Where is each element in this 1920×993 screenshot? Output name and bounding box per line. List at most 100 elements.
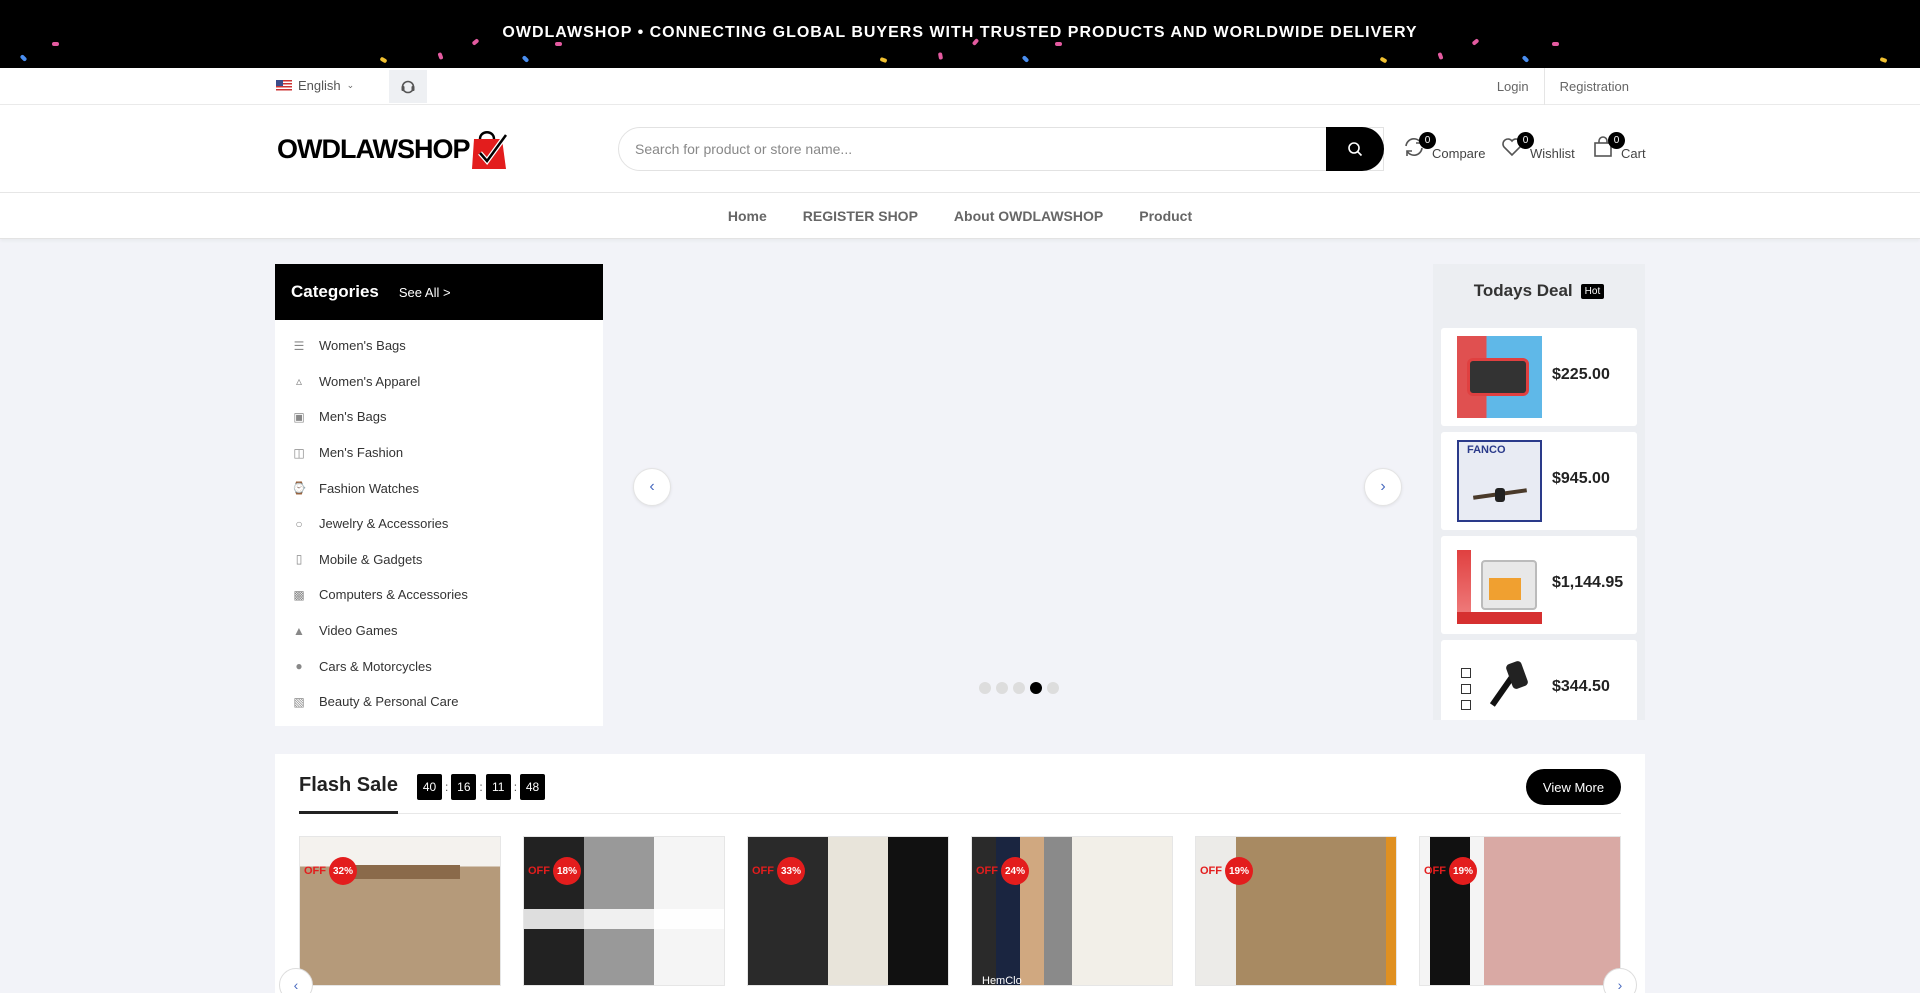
flash-next-button[interactable]: › bbox=[1603, 968, 1637, 993]
category-item[interactable]: ▧ Beauty & Personal Care bbox=[275, 684, 603, 720]
motorcycle-icon: ● bbox=[295, 659, 303, 674]
confetti-decoration bbox=[379, 56, 388, 64]
category-item[interactable]: ◫ Men's Fashion bbox=[275, 435, 603, 471]
hero-slider: ‹ › bbox=[627, 264, 1407, 726]
category-item[interactable]: ○ Jewelry & Accessories bbox=[275, 506, 603, 542]
discount-percent: 24% bbox=[1001, 857, 1029, 885]
nav-item-about[interactable]: About OWDLAWSHOP bbox=[936, 208, 1121, 224]
flash-sale-section: Flash Sale 40 : 16 : 11 : 48 View More O… bbox=[275, 754, 1645, 993]
product-image bbox=[1457, 648, 1542, 720]
chevron-left-icon: ‹ bbox=[293, 977, 299, 993]
category-label: Women's Bags bbox=[319, 338, 406, 354]
off-label: OFF bbox=[1424, 865, 1446, 877]
todays-deal-panel: Todays Deal Hot $225.00 FANCO $945.00 $1… bbox=[1433, 264, 1645, 720]
categories-panel: Categories See All > ☰ Women's Bags ▵ Wome… bbox=[275, 264, 603, 726]
slider-dot[interactable] bbox=[979, 682, 991, 694]
search-button[interactable] bbox=[1326, 127, 1384, 171]
product-card[interactable]: OFF 19% bbox=[1195, 836, 1397, 986]
slider-dots bbox=[979, 682, 1059, 694]
compare-button[interactable]: 0 Compare bbox=[1402, 132, 1486, 161]
category-label: Computers & Accessories bbox=[319, 587, 468, 603]
category-item[interactable]: ▩ Computers & Accessories bbox=[275, 577, 603, 613]
deal-item[interactable]: FANCO $945.00 bbox=[1441, 432, 1637, 530]
category-label: Women's Apparel bbox=[319, 373, 421, 389]
nav-item-home[interactable]: Home bbox=[710, 208, 785, 224]
category-item[interactable]: ▣ Men's Bags bbox=[275, 399, 603, 435]
shopping-bag-icon: 0 bbox=[1591, 132, 1625, 161]
nav-item-register-shop[interactable]: REGISTER SHOP bbox=[785, 208, 936, 224]
see-all-link[interactable]: See All > bbox=[399, 285, 451, 300]
deal-item[interactable]: $1,144.95 bbox=[1441, 536, 1637, 634]
discount-percent: 18% bbox=[553, 857, 581, 885]
countdown-timer: 40 : 16 : 11 : 48 bbox=[417, 774, 546, 800]
support-icon[interactable] bbox=[389, 70, 427, 103]
category-item[interactable]: ☰ Women's Bags bbox=[275, 328, 603, 364]
wishlist-label: Wishlist bbox=[1530, 146, 1575, 161]
login-link[interactable]: Login bbox=[1482, 68, 1544, 105]
view-more-button[interactable]: View More bbox=[1526, 769, 1621, 805]
confetti-decoration bbox=[1055, 42, 1062, 46]
todays-deal-title: Todays Deal bbox=[1473, 281, 1573, 300]
off-label: OFF bbox=[304, 865, 326, 877]
chevron-down-icon: ⌄ bbox=[346, 80, 355, 90]
deal-item[interactable]: $344.50 bbox=[1441, 640, 1637, 720]
category-label: Beauty & Personal Care bbox=[319, 694, 459, 710]
language-selector[interactable]: English ⌄ bbox=[276, 78, 354, 93]
product-card[interactable]: OFF 19% bbox=[1419, 836, 1621, 986]
confetti-decoration bbox=[1379, 56, 1388, 64]
search-input[interactable] bbox=[635, 128, 1335, 170]
categories-list: ☰ Women's Bags ▵ Women's Apparel ▣ Men's Ba… bbox=[275, 320, 603, 720]
slider-next-button[interactable]: › bbox=[1364, 468, 1402, 506]
product-card[interactable]: OFF 32% bbox=[299, 836, 501, 986]
discount-percent: 33% bbox=[777, 857, 805, 885]
category-label: Mobile & Gadgets bbox=[319, 551, 423, 567]
nav-item-product[interactable]: Product bbox=[1121, 208, 1210, 224]
site-logo[interactable]: OWDLAWSHOP bbox=[277, 127, 510, 171]
slider-dot[interactable] bbox=[1047, 682, 1059, 694]
divider bbox=[299, 813, 1621, 814]
category-label: Men's Bags bbox=[319, 409, 387, 425]
shopping-bag-logo-icon bbox=[468, 127, 510, 171]
slider-dot-active[interactable] bbox=[1030, 682, 1042, 694]
discount-percent: 19% bbox=[1225, 857, 1253, 885]
dress-icon: ▵ bbox=[295, 374, 303, 389]
category-label: Video Games bbox=[319, 623, 398, 639]
confetti-decoration bbox=[1021, 55, 1030, 63]
product-card[interactable]: OFF 24% HemClo bbox=[971, 836, 1173, 986]
discount-badge: OFF 32% bbox=[304, 857, 357, 885]
slider-prev-button[interactable]: ‹ bbox=[633, 468, 671, 506]
chevron-right-icon: › bbox=[1617, 977, 1623, 993]
product-image: FANCO bbox=[1457, 440, 1542, 522]
category-item[interactable]: ⌚ Fashion Watches bbox=[275, 470, 603, 506]
auth-links: Login Registration bbox=[1482, 68, 1644, 105]
main-nav: Home REGISTER SHOP About OWDLAWSHOP Prod… bbox=[0, 193, 1920, 239]
discount-badge: OFF 19% bbox=[1424, 857, 1477, 885]
slider-dot[interactable] bbox=[996, 682, 1008, 694]
handbag-icon: ☰ bbox=[293, 338, 305, 353]
wishlist-button[interactable]: 0 Wishlist bbox=[1500, 132, 1575, 161]
confetti-decoration bbox=[1879, 56, 1888, 64]
category-item[interactable]: ▲ Video Games bbox=[275, 613, 603, 649]
discount-badge: OFF 19% bbox=[1200, 857, 1253, 885]
categories-title: Categories bbox=[291, 282, 379, 301]
off-label: OFF bbox=[976, 865, 998, 877]
confetti-decoration bbox=[521, 55, 530, 63]
registration-link[interactable]: Registration bbox=[1543, 68, 1644, 105]
cart-count-badge: 0 bbox=[1608, 132, 1625, 149]
product-watermark: HemClo bbox=[982, 975, 1022, 986]
category-item[interactable]: ● Cars & Motorcycles bbox=[275, 648, 603, 684]
confetti-decoration bbox=[19, 54, 28, 62]
category-item[interactable]: ▵ Women's Apparel bbox=[275, 364, 603, 400]
compare-label: Compare bbox=[1432, 146, 1486, 161]
slider-dot[interactable] bbox=[1013, 682, 1025, 694]
category-item[interactable]: ▯ Mobile & Gadgets bbox=[275, 542, 603, 578]
product-card[interactable]: OFF 18% bbox=[523, 836, 725, 986]
wishlist-count-badge: 0 bbox=[1517, 132, 1534, 149]
off-label: OFF bbox=[1200, 865, 1222, 877]
deal-item[interactable]: $225.00 bbox=[1441, 328, 1637, 426]
off-label: OFF bbox=[528, 865, 550, 877]
product-card[interactable]: OFF 33% bbox=[747, 836, 949, 986]
cart-button[interactable]: 0 Cart bbox=[1591, 132, 1646, 161]
flash-sale-title: Flash Sale bbox=[299, 774, 398, 814]
search-bar bbox=[618, 127, 1384, 171]
